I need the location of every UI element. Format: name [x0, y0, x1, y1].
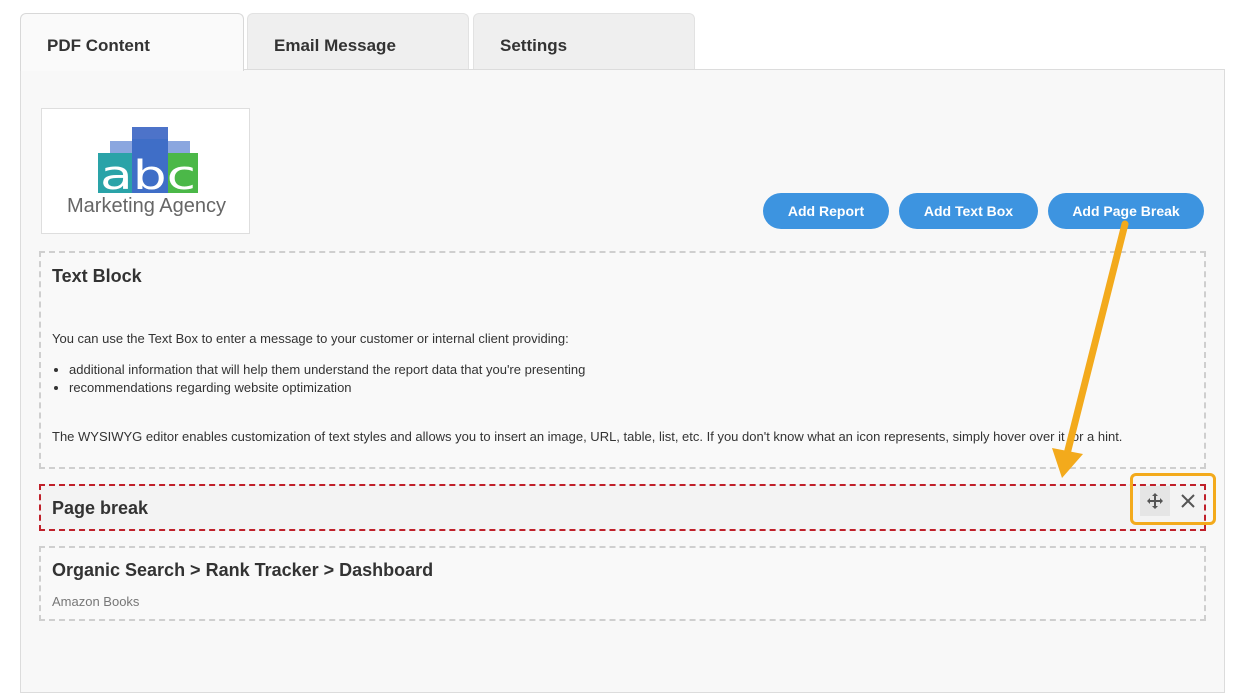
tab-pdf-content[interactable]: PDF Content — [20, 13, 244, 71]
text-block-content[interactable]: You can use the Text Box to enter a mess… — [52, 330, 1202, 446]
list-item: additional information that will help th… — [69, 361, 1202, 379]
move-icon[interactable] — [1140, 486, 1170, 516]
text-block[interactable]: Text Block You can use the Text Box to e… — [39, 251, 1206, 469]
tab-bar: PDF Content Email Message Settings — [20, 13, 720, 71]
add-report-button[interactable]: Add Report — [763, 193, 889, 229]
list-item: recommendations regarding website optimi… — [69, 379, 1202, 397]
tab-email-message[interactable]: Email Message — [247, 13, 469, 70]
text-block-title: Text Block — [52, 266, 142, 286]
close-icon[interactable] — [1173, 486, 1203, 516]
add-text-box-button[interactable]: Add Text Box — [899, 193, 1038, 229]
text-block-outro: The WYSIWYG editor enables customization… — [52, 429, 1123, 444]
agency-logo: abc Marketing Agency — [41, 108, 250, 234]
text-block-intro: You can use the Text Box to enter a mess… — [52, 331, 569, 346]
tab-settings[interactable]: Settings — [473, 13, 695, 70]
report-block-subtitle: Amazon Books — [52, 594, 140, 609]
report-block[interactable]: Organic Search > Rank Tracker > Dashboar… — [39, 546, 1206, 621]
add-page-break-button[interactable]: Add Page Break — [1048, 193, 1204, 229]
logo-letters: abc — [100, 153, 196, 199]
page-break-title: Page break — [52, 498, 149, 518]
logo-caption: Marketing Agency — [67, 195, 226, 217]
report-block-title: Organic Search > Rank Tracker > Dashboar… — [52, 560, 434, 580]
page-break-block[interactable]: Page break — [39, 484, 1206, 531]
text-block-list: additional information that will help th… — [69, 361, 1202, 397]
